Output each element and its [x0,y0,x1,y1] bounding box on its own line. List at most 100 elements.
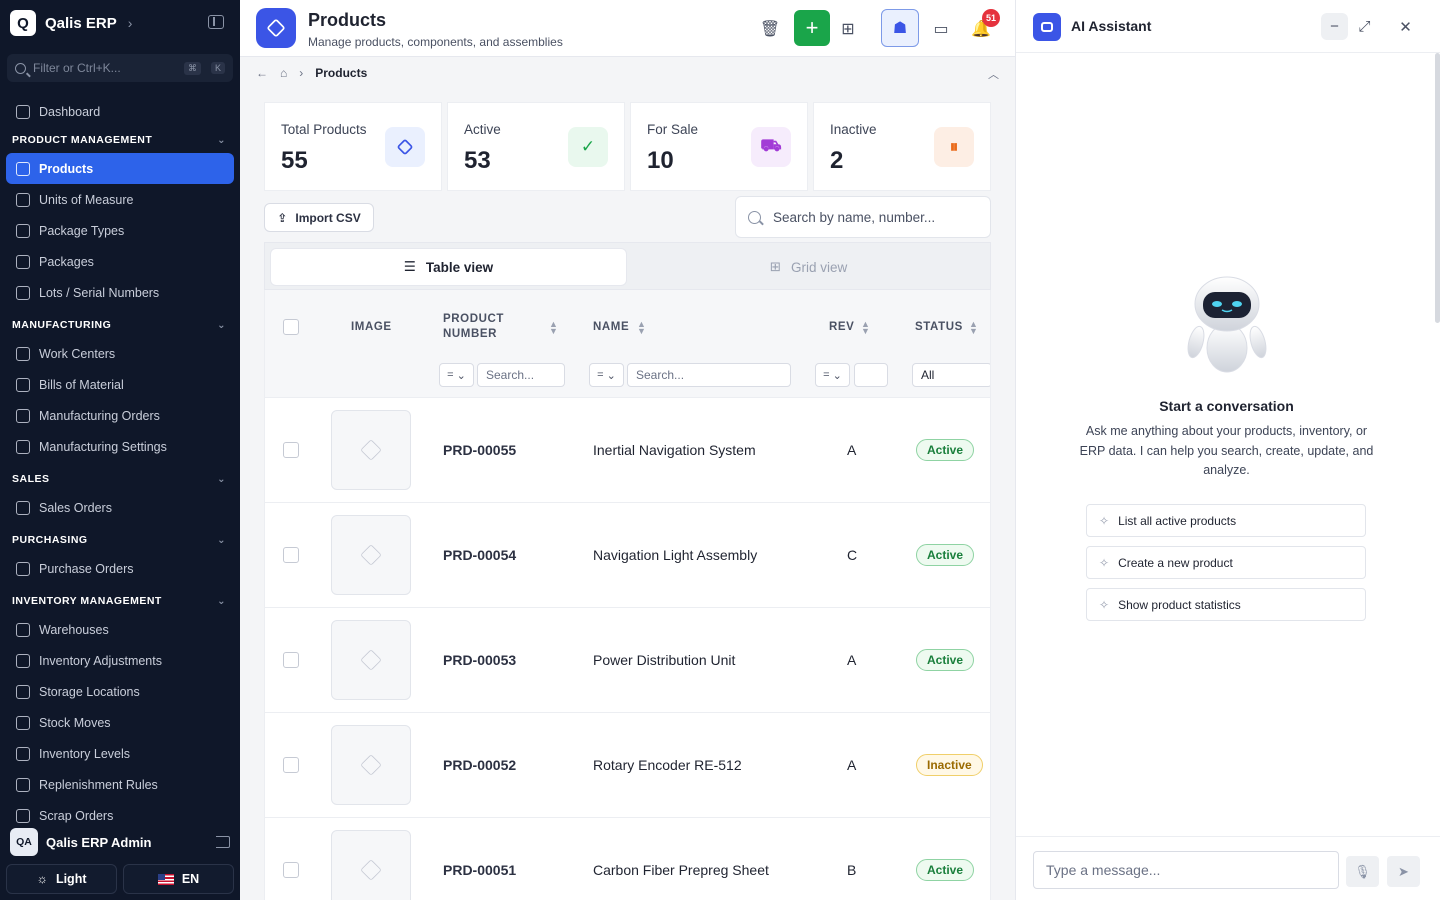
row-checkbox[interactable] [283,652,299,668]
sidebar-filter-input[interactable]: Filter or Ctrl+K... ⌘ K [7,54,233,82]
sidebar-item-inventory-adjustments[interactable]: Inventory Adjustments [6,645,234,676]
sidebar-item-manufacturing-orders[interactable]: Manufacturing Orders [6,400,234,431]
product-number-operator-select[interactable]: = ⌄ [439,363,474,387]
sidebar-item-stock-moves[interactable]: Stock Moves [6,707,234,738]
row-checkbox[interactable] [283,862,299,878]
sidebar-item-storage-locations[interactable]: Storage Locations [6,676,234,707]
status-filter-select[interactable]: All [912,363,990,387]
sidebar-item-purchase-orders[interactable]: Purchase Orders [6,553,234,584]
name-operator-select[interactable]: = ⌄ [589,363,624,387]
document-icon [16,500,30,515]
table-row[interactable]: PRD-00054 Navigation Light Assembly C Ac… [265,503,990,608]
sidebar-collapse-icon[interactable] [208,15,224,29]
sort-icon[interactable]: ▲ ▼ [861,320,870,336]
sidebar-item-packages[interactable]: Packages [6,246,234,277]
chevron-up-icon[interactable]: ︿ [988,66,999,82]
sidebar-item-dashboard[interactable]: Dashboard [6,96,234,127]
delete-button[interactable]: 🗑 [753,12,787,46]
product-number[interactable]: PRD-00051 [443,862,516,878]
home-icon[interactable]: ⌂ [280,66,287,80]
sidebar-item-manufacturing-settings[interactable]: Manufacturing Settings [6,431,234,462]
column-header-rev[interactable]: REV [829,320,854,335]
table-row[interactable]: PRD-00051 Carbon Fiber Prepreg Sheet B A… [265,818,990,900]
suggestion-product-statistics[interactable]: ✧ Show product statistics [1086,588,1366,621]
rev-filter-input[interactable] [854,363,888,387]
main-content: Products Manage products, components, an… [240,0,1015,900]
pause-circle-icon: ⏸ [934,127,974,167]
suggestion-create-product[interactable]: ✧ Create a new product [1086,546,1366,579]
microphone-button[interactable]: 🎙 [1346,856,1379,887]
send-button[interactable]: ➤ [1387,856,1420,887]
product-number[interactable]: PRD-00054 [443,547,516,563]
table-row[interactable]: PRD-00053 Power Distribution Unit A Acti… [265,608,990,713]
minimize-button[interactable]: − [1321,13,1348,40]
sidebar-item-products[interactable]: Products [6,153,234,184]
select-all-checkbox[interactable] [283,319,299,335]
sidebar-item-work-centers[interactable]: Work Centers [6,338,234,369]
table-row[interactable]: PRD-00055 Inertial Navigation System A A… [265,398,990,503]
product-name: Rotary Encoder RE-512 [593,757,742,773]
theme-label: Light [55,872,87,886]
sort-icon[interactable]: ▲ ▼ [549,320,558,336]
product-number-filter-input[interactable]: Search... [477,363,565,387]
sidebar-item-inventory-levels[interactable]: Inventory Levels [6,738,234,769]
search-icon [15,62,26,74]
suggestion-label: Create a new product [1118,555,1233,570]
suggestion-list-active-products[interactable]: ✧ List all active products [1086,504,1366,537]
brand[interactable]: Q Qalis ERP › [10,10,132,36]
nav-section-product-management[interactable]: PRODUCT MANAGEMENT ⌄ [0,127,240,153]
row-checkbox[interactable] [283,547,299,563]
scrollbar[interactable] [1435,53,1440,323]
stat-label: Inactive [830,122,877,137]
ai-message-input[interactable]: Type a message... [1033,851,1339,889]
product-number[interactable]: PRD-00053 [443,652,516,668]
language-button[interactable]: EN [123,864,234,894]
nav-section-purchasing[interactable]: PURCHASING ⌄ [0,527,240,553]
table-row[interactable]: PRD-00052 Rotary Encoder RE-512 A Inacti… [265,713,990,818]
robot-icon: ☗ [892,20,908,37]
ai-assistant-toggle-button[interactable]: ☗ [881,9,919,47]
name-filter-input[interactable]: Search... [627,363,791,387]
nav-section-manufacturing[interactable]: MANUFACTURING ⌄ [0,312,240,338]
tab-grid-view[interactable]: ⊞ Grid view [630,248,987,286]
sidebar-item-sales-orders[interactable]: Sales Orders [6,492,234,523]
close-button[interactable]: ✕ [1392,13,1419,40]
product-number[interactable]: PRD-00055 [443,442,516,458]
sort-icon[interactable]: ▲ ▼ [969,320,978,336]
column-header-name[interactable]: NAME [593,320,629,335]
user-menu[interactable]: QA Qalis ERP Admin [0,826,240,858]
sidebar-item-lots-serial-numbers[interactable]: Lots / Serial Numbers [6,277,234,308]
ai-assistant-panel: AI Assistant − ⤢ ✕ Start a conversation … [1015,0,1440,900]
rev-operator-select[interactable]: = ⌄ [815,363,850,387]
sidebar-item-package-types[interactable]: Package Types [6,215,234,246]
grid-apps-button[interactable]: ⊞ [831,12,865,46]
product-search-input[interactable]: Search by name, number... [735,196,991,238]
layers-icon [16,746,30,761]
column-header-status[interactable]: STATUS [915,320,963,335]
nav-section-inventory-management[interactable]: INVENTORY MANAGEMENT ⌄ [0,588,240,614]
product-name: Navigation Light Assembly [593,547,758,563]
nav-section-sales[interactable]: SALES ⌄ [0,466,240,492]
sidebar-item-warehouses[interactable]: Warehouses [6,614,234,645]
back-arrow-icon[interactable]: ← [256,66,268,80]
messages-button[interactable]: ▭ [924,12,958,46]
tab-table-view[interactable]: ☰ Table view [270,248,627,286]
kbd-command: ⌘ [183,61,201,75]
theme-toggle-button[interactable]: ☼ Light [6,864,117,894]
sort-icon[interactable]: ▲ ▼ [637,320,646,336]
expand-button[interactable]: ⤢ [1351,13,1378,40]
column-header-product-number[interactable]: PRODUCT NUMBER [443,312,513,342]
product-number[interactable]: PRD-00052 [443,757,516,773]
sidebar-item-bills-of-material[interactable]: Bills of Material [6,369,234,400]
product-image-placeholder [331,515,411,595]
sidebar-item-replenishment-rules[interactable]: Replenishment Rules [6,769,234,800]
sidebar-item-units-of-measure[interactable]: Units of Measure [6,184,234,215]
logout-icon[interactable] [216,836,230,848]
row-checkbox[interactable] [283,442,299,458]
product-image-placeholder [331,725,411,805]
import-csv-button[interactable]: ⇪ Import CSV [264,203,374,232]
folder-icon [16,408,30,423]
row-checkbox[interactable] [283,757,299,773]
cart-icon: ⛟ [751,127,791,167]
add-product-button[interactable]: + [794,10,830,46]
